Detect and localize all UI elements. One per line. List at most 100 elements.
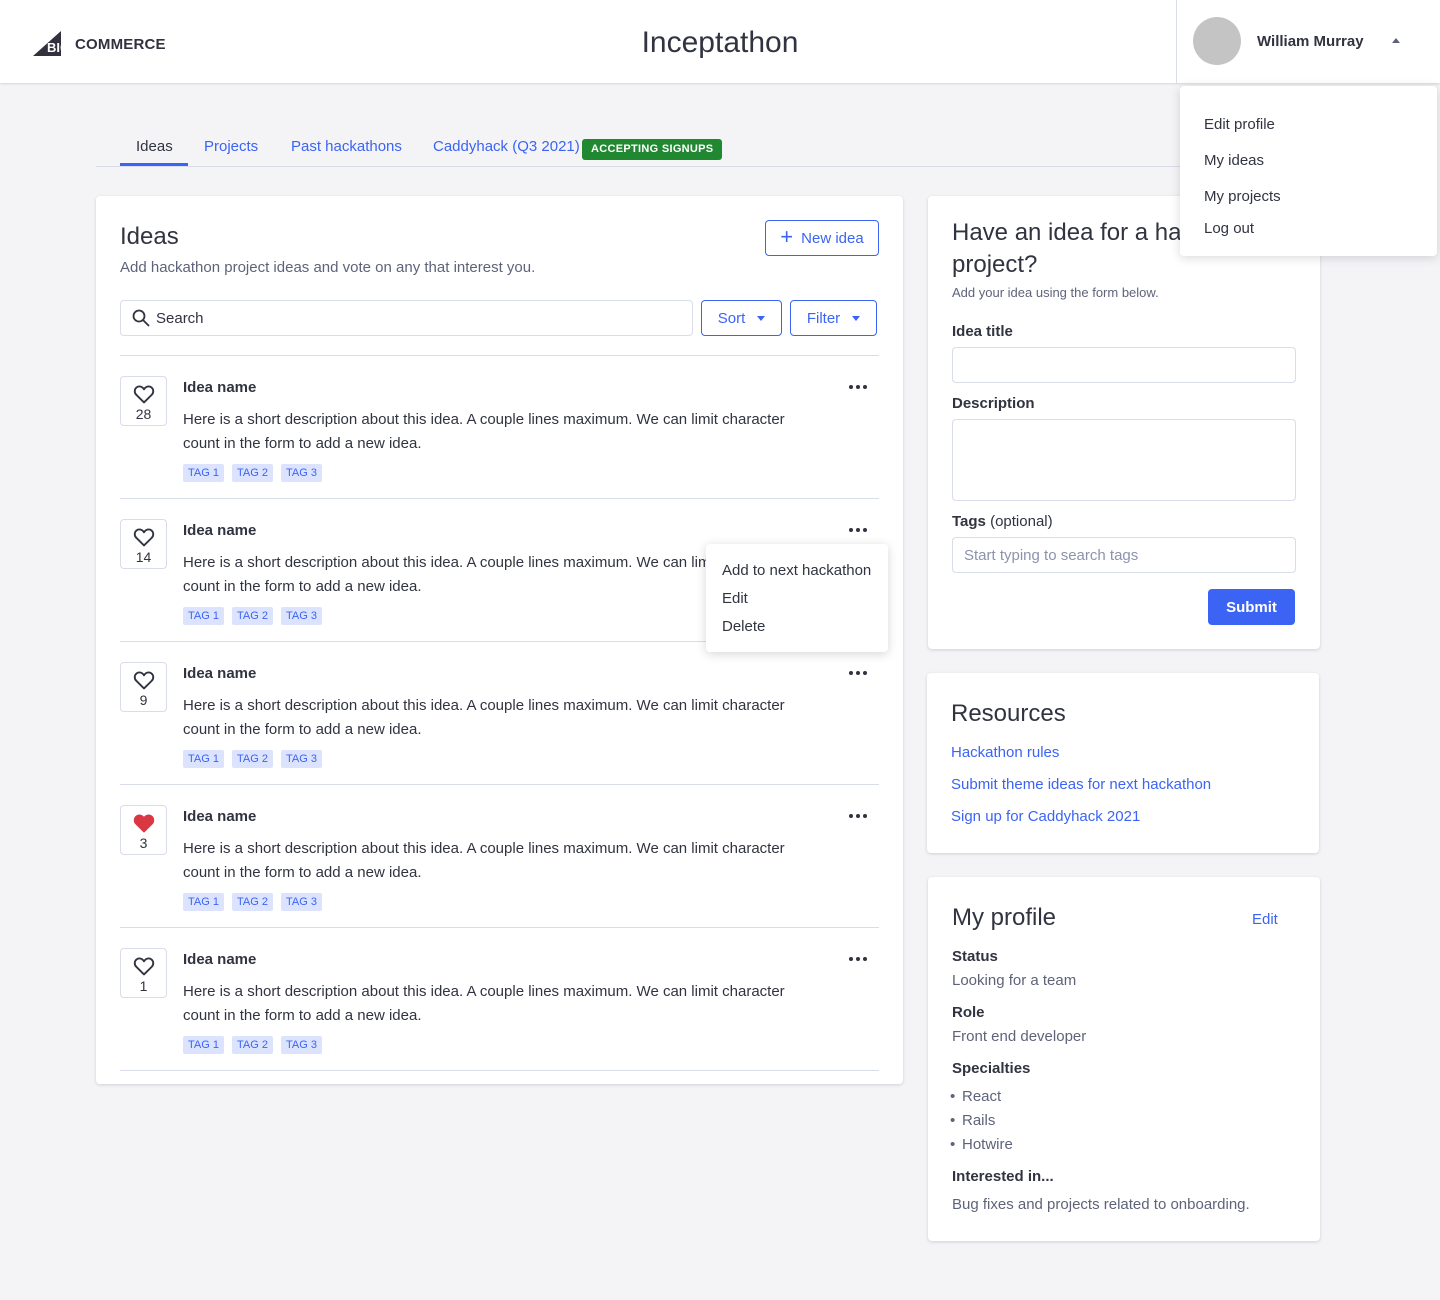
new-idea-button[interactable]: + New idea — [765, 220, 879, 256]
idea-tag[interactable]: TAG 1 — [183, 1036, 224, 1054]
menu-item-add-to-next-hackathon[interactable]: Add to next hackathon — [722, 562, 871, 579]
vote-count: 28 — [135, 406, 152, 422]
plus-icon: + — [780, 224, 794, 249]
idea-name[interactable]: Idea name — [183, 951, 256, 968]
role-value: Front end developer — [952, 1028, 1087, 1045]
specialty-item: React — [950, 1088, 1001, 1105]
idea-description: Here is a short description about this i… — [183, 983, 785, 1024]
tags-input[interactable] — [952, 537, 1296, 573]
user-dropdown-menu: Edit profile My ideas My projects Log ou… — [1180, 86, 1437, 256]
tags-label: Tags (optional) — [952, 513, 1053, 530]
vote-button[interactable]: 3 — [120, 805, 167, 855]
ideas-title: Ideas — [120, 223, 179, 250]
main-tabs: Ideas Projects Past hackathons Caddyhack… — [96, 136, 1320, 167]
caret-up-icon — [1392, 38, 1400, 43]
search-icon — [132, 309, 150, 327]
more-options-icon[interactable] — [848, 521, 868, 539]
idea-list-item: 1 Idea name Here is a short description ab… — [120, 928, 879, 1071]
idea-title-input[interactable] — [952, 347, 1296, 383]
sort-label: Sort — [717, 309, 746, 327]
tags-optional-text: (optional) — [990, 513, 1053, 530]
new-idea-form: Have an idea for a hackathon project? Ad… — [928, 196, 1320, 649]
more-options-icon[interactable] — [848, 950, 868, 968]
sort-button[interactable]: Sort — [701, 300, 782, 336]
idea-tag[interactable]: TAG 3 — [280, 1036, 322, 1054]
tab-ideas[interactable]: Ideas — [136, 138, 173, 155]
vote-button[interactable]: 14 — [120, 519, 167, 569]
vote-count: 14 — [135, 549, 152, 565]
idea-tag[interactable]: TAG 2 — [231, 750, 273, 768]
tab-caddyhack[interactable]: Caddyhack (Q3 2021) — [433, 138, 580, 155]
idea-tag[interactable]: TAG 1 — [183, 750, 224, 768]
vote-button[interactable]: 9 — [120, 662, 167, 712]
more-options-icon[interactable] — [848, 807, 868, 825]
idea-description: Here is a short description about this i… — [183, 411, 785, 452]
active-tab-indicator — [120, 163, 188, 166]
ideas-subtitle: Add hackathon project ideas and vote on … — [120, 259, 536, 276]
specialty-item: Hotwire — [950, 1136, 1013, 1153]
interested-value: Bug fixes and projects related to onboar… — [952, 1196, 1250, 1213]
idea-tag[interactable]: TAG 2 — [231, 607, 273, 625]
search-field — [120, 300, 693, 336]
menu-item-delete[interactable]: Delete — [722, 618, 765, 635]
idea-list-item: 28 Idea name Here is a short description a… — [120, 356, 879, 499]
profile-edit-link[interactable]: Edit — [1252, 911, 1278, 928]
role-label: Role — [952, 1004, 985, 1021]
idea-list-item: 9 Idea name Here is a short description ab… — [120, 642, 879, 785]
idea-list-item: 3 Idea name Here is a short description ab… — [120, 785, 879, 928]
vote-count: 3 — [139, 835, 148, 851]
search-input[interactable] — [156, 301, 676, 335]
link-hackathon-rules[interactable]: Hackathon rules — [951, 744, 1059, 761]
idea-tag[interactable]: TAG 3 — [280, 893, 322, 911]
idea-tag[interactable]: TAG 1 — [183, 464, 224, 482]
idea-tag[interactable]: TAG 3 — [280, 464, 322, 482]
menu-item-edit[interactable]: Edit — [722, 590, 748, 607]
heart-outline-icon — [133, 528, 155, 547]
vote-button[interactable]: 28 — [120, 376, 167, 426]
idea-tag[interactable]: TAG 2 — [231, 1036, 273, 1054]
more-options-icon[interactable] — [848, 664, 868, 682]
status-badge: ACCEPTING SIGNUPS — [582, 139, 723, 160]
user-name: William Murray — [1257, 33, 1364, 50]
resources-title: Resources — [951, 700, 1066, 727]
tab-past-hackathons[interactable]: Past hackathons — [291, 138, 402, 155]
menu-item-edit-profile[interactable]: Edit profile — [1204, 116, 1275, 133]
chevron-down-icon — [852, 315, 861, 321]
filter-button[interactable]: Filter — [790, 300, 877, 336]
idea-name[interactable]: Idea name — [183, 379, 256, 396]
tags-label-text: Tags — [952, 513, 986, 530]
form-subtitle: Add your idea using the form below. — [952, 285, 1159, 300]
idea-name[interactable]: Idea name — [183, 808, 256, 825]
idea-tags: TAG 1 TAG 2 TAG 3 — [183, 1036, 322, 1054]
idea-tag[interactable]: TAG 1 — [183, 893, 224, 911]
tab-projects[interactable]: Projects — [204, 138, 258, 155]
interested-label: Interested in... — [952, 1168, 1054, 1185]
description-textarea[interactable] — [952, 419, 1296, 501]
filter-label: Filter — [806, 309, 841, 327]
specialties-label: Specialties — [952, 1060, 1031, 1077]
description-label: Description — [952, 395, 1035, 412]
idea-name[interactable]: Idea name — [183, 665, 256, 682]
status-value: Looking for a team — [952, 972, 1077, 989]
idea-tags: TAG 1 TAG 2 TAG 3 — [183, 607, 322, 625]
heart-filled-icon — [133, 814, 155, 833]
idea-name[interactable]: Idea name — [183, 522, 256, 539]
idea-tag[interactable]: TAG 3 — [280, 750, 322, 768]
link-sign-up-caddyhack[interactable]: Sign up for Caddyhack 2021 — [951, 808, 1140, 825]
submit-button[interactable]: Submit — [1208, 589, 1295, 625]
idea-tags: TAG 1 TAG 2 TAG 3 — [183, 750, 322, 768]
more-options-icon[interactable] — [848, 378, 868, 396]
idea-tag[interactable]: TAG 1 — [183, 607, 224, 625]
vote-count: 9 — [139, 692, 148, 708]
heart-outline-icon — [133, 957, 155, 976]
idea-tag[interactable]: TAG 3 — [280, 607, 322, 625]
user-menu-toggle[interactable]: William Murray — [1176, 0, 1440, 83]
vote-button[interactable]: 1 — [120, 948, 167, 998]
idea-tag[interactable]: TAG 2 — [231, 893, 273, 911]
resources-panel: Resources Hackathon rules Submit theme i… — [927, 673, 1319, 853]
idea-tag[interactable]: TAG 2 — [231, 464, 273, 482]
menu-item-log-out[interactable]: Log out — [1204, 220, 1254, 237]
menu-item-my-projects[interactable]: My projects — [1204, 188, 1281, 205]
menu-item-my-ideas[interactable]: My ideas — [1204, 152, 1264, 169]
link-submit-theme-ideas[interactable]: Submit theme ideas for next hackathon — [951, 776, 1211, 793]
